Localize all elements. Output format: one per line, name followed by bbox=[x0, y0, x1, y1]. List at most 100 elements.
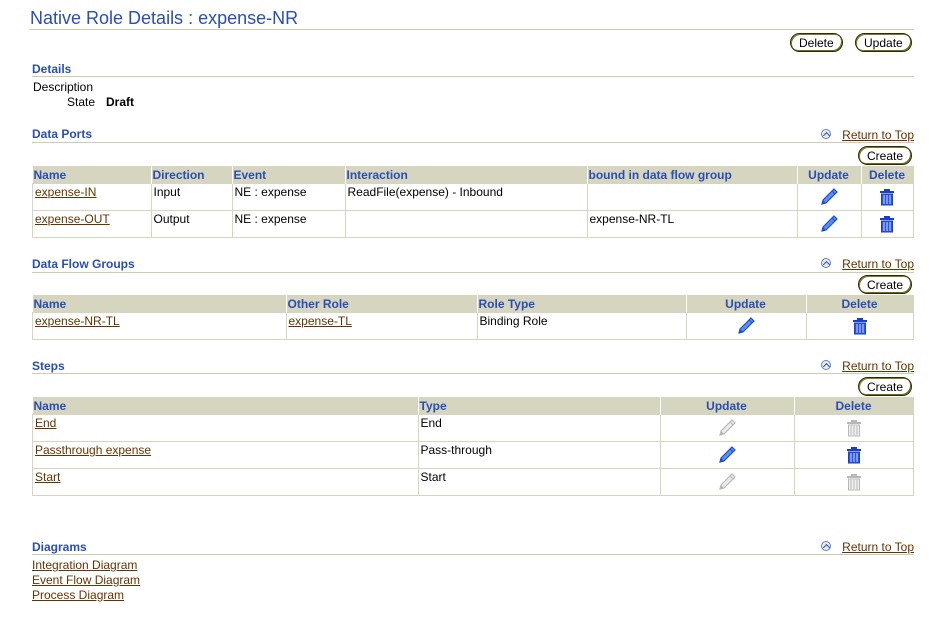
diagrams-divider bbox=[32, 554, 914, 555]
update-cell[interactable] bbox=[796, 210, 862, 238]
event-cell: NE : expense bbox=[231, 183, 346, 211]
bound-group-cell bbox=[586, 183, 798, 211]
table-row: expense-OUT Output NE : expense expense-NR-… bbox=[32, 210, 914, 238]
create-step-button[interactable]: Create bbox=[858, 377, 913, 396]
trash-icon[interactable] bbox=[846, 446, 862, 464]
interaction-cell bbox=[344, 210, 588, 238]
pencil-icon[interactable] bbox=[736, 316, 756, 336]
integration-diagram-link[interactable]: Integration Diagram bbox=[32, 558, 137, 572]
direction-cell: Output bbox=[150, 210, 233, 238]
column-header[interactable]: Other Role bbox=[285, 295, 477, 313]
return-to-top-link[interactable]: Return to Top bbox=[842, 128, 914, 142]
step-name-link[interactable]: Passthrough expense bbox=[35, 443, 151, 457]
data-flow-groups-heading: Data Flow Groups bbox=[32, 257, 135, 271]
data-port-name-link[interactable]: expense-IN bbox=[35, 185, 96, 199]
column-header: Delete bbox=[860, 166, 914, 184]
column-header[interactable]: Interaction bbox=[344, 166, 587, 184]
column-header[interactable]: Event bbox=[231, 166, 345, 184]
trash-icon[interactable] bbox=[879, 215, 895, 233]
column-header[interactable]: Direction bbox=[150, 166, 232, 184]
pencil-disabled-icon bbox=[719, 419, 736, 436]
role-type-cell: Binding Role bbox=[476, 312, 687, 340]
event-flow-diagram-link[interactable]: Event Flow Diagram bbox=[32, 573, 140, 587]
name-cell: End bbox=[32, 414, 419, 442]
type-cell: End bbox=[417, 414, 661, 442]
steps-heading: Steps bbox=[32, 359, 65, 373]
bound-group-cell: expense-NR-TL bbox=[586, 210, 798, 238]
column-header[interactable]: Name bbox=[32, 166, 151, 184]
delete-cell[interactable] bbox=[860, 183, 914, 211]
update-cell[interactable] bbox=[685, 312, 807, 340]
column-header: Update bbox=[659, 397, 794, 415]
other-role-link[interactable]: expense-TL bbox=[289, 314, 352, 328]
state-value: Draft bbox=[106, 95, 135, 109]
state-label: State bbox=[67, 95, 96, 109]
table-row: expense-NR-TL expense-TL Binding Role bbox=[32, 312, 914, 340]
delete-cell bbox=[793, 468, 914, 496]
pencil-icon[interactable] bbox=[819, 214, 839, 234]
name-cell: expense-OUT bbox=[32, 210, 152, 238]
pencil-icon[interactable] bbox=[717, 445, 737, 465]
data-flow-groups-table: Name Other Role Role Type Update Delete … bbox=[32, 295, 914, 340]
title-divider bbox=[29, 29, 914, 30]
delete-button[interactable]: Delete bbox=[790, 33, 843, 52]
other-role-cell: expense-TL bbox=[285, 312, 478, 340]
column-header[interactable]: bound in data flow group bbox=[586, 166, 797, 184]
return-to-top-link[interactable]: Return to Top bbox=[842, 359, 914, 373]
return-to-top-icon[interactable] bbox=[821, 129, 831, 139]
update-cell[interactable] bbox=[659, 441, 795, 469]
create-data-port-button[interactable]: Create bbox=[858, 146, 913, 165]
update-cell bbox=[659, 414, 795, 442]
step-name-link[interactable]: Start bbox=[35, 470, 60, 484]
type-cell: Start bbox=[417, 468, 661, 496]
delete-cell[interactable] bbox=[860, 210, 914, 238]
update-cell[interactable] bbox=[796, 183, 862, 211]
interaction-cell: ReadFile(expense) - Inbound bbox=[344, 183, 588, 211]
name-cell: Passthrough expense bbox=[32, 441, 419, 469]
return-to-top-link[interactable]: Return to Top bbox=[842, 540, 914, 554]
pencil-icon[interactable] bbox=[819, 187, 839, 207]
column-header[interactable]: Name bbox=[32, 397, 418, 415]
return-to-top-icon[interactable] bbox=[821, 541, 831, 551]
trash-icon[interactable] bbox=[852, 317, 868, 335]
page-title: Native Role Details : expense-NR bbox=[30, 8, 299, 28]
return-to-top-icon[interactable] bbox=[821, 258, 831, 268]
details-heading: Details bbox=[32, 62, 72, 76]
table-header-row: Name Other Role Role Type Update Delete bbox=[32, 295, 914, 313]
steps-table: Name Type Update Delete End End Passthrou… bbox=[32, 397, 914, 496]
table-header-row: Name Direction Event Interaction bound i… bbox=[32, 166, 914, 184]
description-label: Description bbox=[33, 80, 94, 94]
table-row: End End bbox=[32, 414, 914, 442]
delete-cell[interactable] bbox=[805, 312, 914, 340]
return-to-top-link[interactable]: Return to Top bbox=[842, 257, 914, 271]
table-row: Passthrough expense Pass-through bbox=[32, 441, 914, 469]
column-header: Delete bbox=[805, 295, 914, 313]
update-cell bbox=[659, 468, 795, 496]
data-ports-divider bbox=[32, 142, 914, 143]
update-button[interactable]: Update bbox=[855, 33, 912, 52]
delete-cell bbox=[793, 414, 914, 442]
trash-icon[interactable] bbox=[879, 188, 895, 206]
column-header[interactable]: Name bbox=[32, 295, 286, 313]
details-divider bbox=[32, 76, 914, 77]
name-cell: Start bbox=[32, 468, 419, 496]
process-diagram-link[interactable]: Process Diagram bbox=[32, 588, 124, 602]
table-row: expense-IN Input NE : expense ReadFile(expe… bbox=[32, 183, 914, 211]
create-data-flow-group-button[interactable]: Create bbox=[858, 275, 913, 294]
data-flow-group-name-link[interactable]: expense-NR-TL bbox=[35, 314, 120, 328]
return-to-top-icon[interactable] bbox=[821, 360, 831, 370]
table-header-row: Name Type Update Delete bbox=[32, 397, 914, 415]
trash-disabled-icon bbox=[846, 420, 861, 437]
data-port-name-link[interactable]: expense-OUT bbox=[35, 212, 110, 226]
column-header: Update bbox=[685, 295, 806, 313]
data-ports-heading: Data Ports bbox=[32, 127, 93, 141]
steps-divider bbox=[32, 373, 914, 374]
direction-cell: Input bbox=[150, 183, 233, 211]
name-cell: expense-IN bbox=[32, 183, 152, 211]
column-header[interactable]: Role Type bbox=[476, 295, 686, 313]
trash-disabled-icon bbox=[846, 474, 861, 491]
step-name-link[interactable]: End bbox=[35, 416, 56, 430]
column-header[interactable]: Type bbox=[417, 397, 660, 415]
event-cell: NE : expense bbox=[231, 210, 346, 238]
delete-cell[interactable] bbox=[793, 441, 914, 469]
